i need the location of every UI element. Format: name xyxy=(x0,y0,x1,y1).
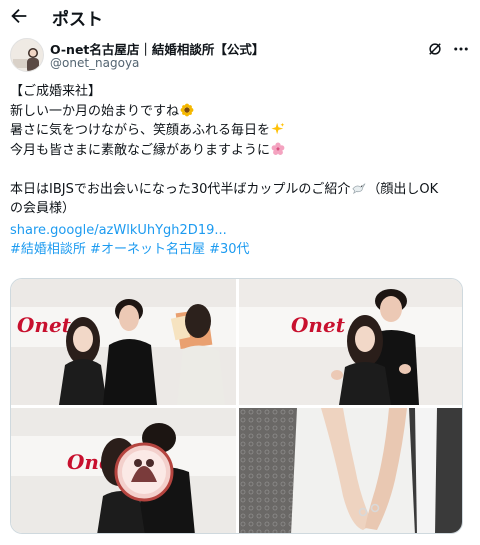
post-author: O-net名古屋店｜結婚相談所【公式】 @onet_nagoya xyxy=(10,38,470,74)
hashtag[interactable]: #30代 xyxy=(209,242,249,257)
sparkles-emoji xyxy=(271,122,285,135)
cherry-blossom-emoji xyxy=(271,141,285,155)
couple-photo-3[interactable]: Onet xyxy=(11,408,236,533)
post-line: 本日はIBJSでお出会いになった30代半ばカップルのご紹介 （顔出しOK xyxy=(10,181,439,197)
brand-logo: Onet xyxy=(291,313,346,337)
arrow-left-icon[interactable] xyxy=(8,5,30,27)
hashtag[interactable]: #オーネット名古屋 xyxy=(90,242,205,257)
post-text: 【ご成婚来社】 新しい一か月の始まりですね 暑さに気をつけながら、笑顔あふれる毎… xyxy=(10,82,470,260)
media-grid: Onet Onet Onet xyxy=(10,278,463,534)
page-title: ポスト xyxy=(52,10,103,30)
brand-logo: Onet xyxy=(17,313,72,337)
grok-icon[interactable] xyxy=(426,40,444,58)
avatar[interactable] xyxy=(10,38,44,72)
author-handle[interactable]: @onet_nagoya xyxy=(50,56,139,70)
post-line: 暑さに気をつけながら、笑顔あふれる毎日を xyxy=(10,121,470,141)
post-line: 【ご成婚来社】 xyxy=(10,84,102,99)
post-line: の会員様） xyxy=(10,201,76,216)
hashtag[interactable]: #結婚相談所 xyxy=(10,242,86,257)
post-line xyxy=(10,160,470,180)
couple-photo-2[interactable]: Onet xyxy=(239,279,462,405)
more-icon[interactable] xyxy=(452,40,470,58)
post-line: 今月も皆さまに素敵なご縁がありますように xyxy=(10,141,470,161)
top-bar: ポスト xyxy=(0,0,480,34)
post-line: 新しい一か月の始まりですね xyxy=(10,102,470,122)
couple-photo-1[interactable]: Onet xyxy=(11,279,236,405)
couple-photo-4[interactable] xyxy=(239,408,462,533)
sunflower-emoji xyxy=(180,103,194,116)
hashtag-row: #結婚相談所 #オーネット名古屋 #30代 xyxy=(10,240,470,260)
post-link[interactable]: share.google/azWlkUhYgh2D19... xyxy=(10,221,470,241)
dove-emoji xyxy=(352,182,366,194)
